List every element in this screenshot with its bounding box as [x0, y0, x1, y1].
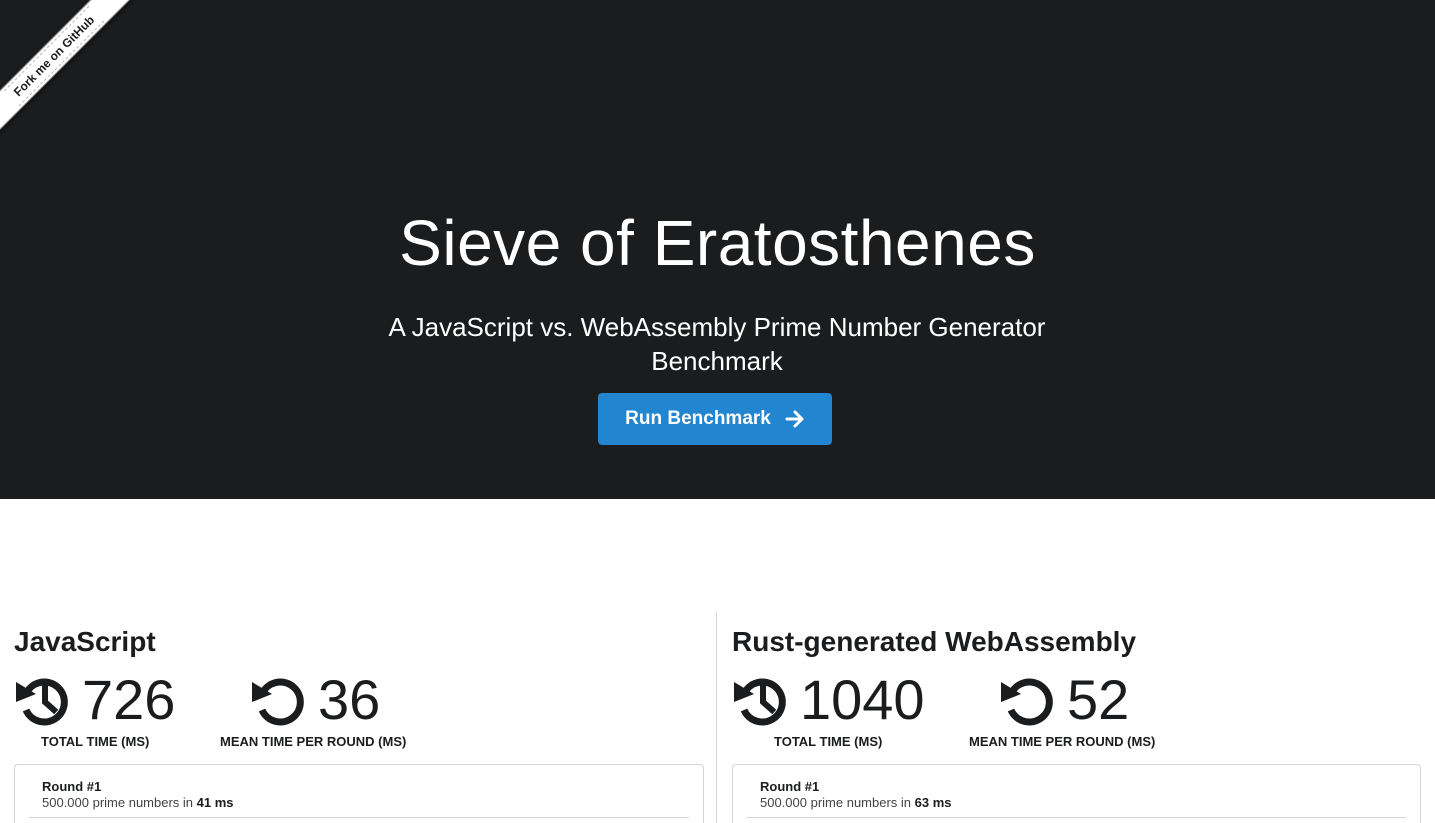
round-description: 500.000 prime numbers in 41 ms	[42, 795, 689, 811]
js-total-time-label: TOTAL TIME (MS)	[41, 734, 150, 749]
history-icon	[16, 678, 68, 726]
round-time: 41 ms	[196, 795, 234, 810]
js-total-time-value: 726	[82, 668, 176, 731]
round-text: 500.000 prime numbers in	[760, 795, 915, 810]
wasm-total-time-label: TOTAL TIME (MS)	[774, 734, 883, 749]
js-rounds-list: Round #1 500.000 prime numbers in 41 ms	[14, 764, 704, 823]
wasm-total-time-value: 1040	[800, 668, 925, 731]
round-text: 500.000 prime numbers in	[42, 795, 197, 810]
round-description: 500.000 prime numbers in 63 ms	[760, 795, 1406, 811]
javascript-panel: JavaScript 726 TOTAL TIME (MS) 36 MEAN T…	[0, 612, 717, 823]
divider	[747, 817, 1406, 818]
wasm-mean-time-label: MEAN TIME PER ROUND (MS)	[969, 734, 1156, 749]
javascript-panel-title: JavaScript	[14, 626, 156, 657]
js-mean-time-label: MEAN TIME PER ROUND (MS)	[220, 734, 407, 749]
wasm-rounds-list: Round #1 500.000 prime numbers in 63 ms	[732, 764, 1421, 823]
js-mean-time-value: 36	[318, 668, 381, 731]
round-title: Round #1	[760, 779, 820, 794]
page-title: Sieve of Eratosthenes	[399, 207, 1036, 279]
round-title: Round #1	[42, 779, 102, 794]
run-benchmark-button[interactable]: Run Benchmark	[598, 393, 832, 445]
history-icon	[734, 678, 786, 726]
fork-on-github-ribbon[interactable]: Fork me on GitHub	[0, 0, 135, 137]
wasm-panel-title: Rust-generated WebAssembly	[732, 626, 1137, 657]
wasm-mean-time-value: 52	[1067, 668, 1130, 731]
divider	[29, 817, 689, 818]
page-subtitle: A JavaScript vs. WebAssembly Prime Numbe…	[388, 312, 1046, 376]
arrow-right-icon	[785, 410, 804, 428]
run-benchmark-label: Run Benchmark	[625, 408, 771, 429]
wasm-panel: Rust-generated WebAssembly 1040 TOTAL TI…	[718, 612, 1435, 823]
list-item: Round #1 500.000 prime numbers in 63 ms	[760, 779, 1406, 811]
undo-icon	[252, 678, 304, 726]
hero-section: Fork me on GitHub Sieve of Eratosthenes …	[0, 0, 1435, 499]
ribbon-label: Fork me on GitHub	[3, 5, 105, 107]
list-item: Round #1 500.000 prime numbers in 41 ms	[42, 779, 689, 811]
round-time: 63 ms	[914, 795, 952, 810]
undo-icon	[1001, 678, 1053, 726]
